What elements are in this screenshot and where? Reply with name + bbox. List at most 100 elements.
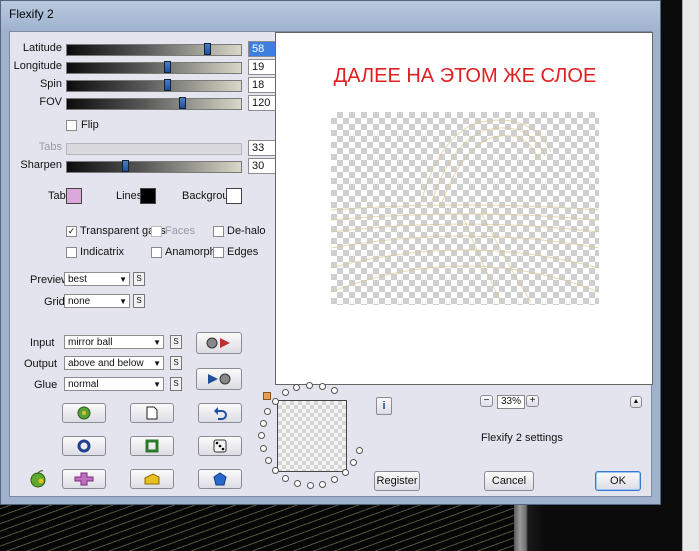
cheese-button[interactable]: [130, 469, 174, 489]
background-color-swatch[interactable]: [226, 188, 242, 204]
input-select-value: mirror ball: [68, 337, 113, 348]
plus-icon: +: [529, 395, 536, 406]
glue-select[interactable]: normal ▼: [64, 377, 164, 391]
navigator-anchor[interactable]: [263, 392, 271, 400]
longitude-slider[interactable]: [66, 61, 242, 74]
transparent-gaps-checkbox[interactable]: ✓: [66, 226, 77, 237]
lines-color-swatch[interactable]: [140, 188, 156, 204]
tabs-value[interactable]: 33: [248, 140, 277, 156]
navigator-dot[interactable]: [293, 384, 300, 391]
fov-thumb[interactable]: [179, 97, 186, 109]
cancel-button[interactable]: Cancel: [484, 471, 534, 491]
anamorph-checkbox[interactable]: [151, 247, 162, 258]
play-forward-button[interactable]: [196, 332, 242, 354]
navigator-dot[interactable]: [264, 408, 271, 415]
new-document-button[interactable]: [130, 403, 174, 423]
navigator-dot[interactable]: [265, 457, 272, 464]
navigator-dot[interactable]: [272, 398, 279, 405]
navigator-dot[interactable]: [307, 482, 314, 489]
anamorph-label: Anamorph: [165, 246, 216, 258]
play-back-button[interactable]: [196, 368, 242, 390]
tab-color-swatch[interactable]: [66, 188, 82, 204]
square-button[interactable]: [130, 436, 174, 456]
undo-button[interactable]: [198, 403, 242, 423]
preview-select[interactable]: best ▼: [64, 272, 130, 286]
latitude-thumb[interactable]: [204, 43, 211, 55]
fov-slider[interactable]: [66, 97, 242, 110]
zoom-out-button[interactable]: −: [480, 395, 493, 407]
input-select[interactable]: mirror ball ▼: [64, 335, 164, 349]
navigator-dot[interactable]: [319, 383, 326, 390]
output-select-value: above and below: [68, 358, 144, 369]
sharpen-value[interactable]: 30: [248, 158, 277, 174]
indicatrix-checkbox[interactable]: [66, 247, 77, 258]
new-document-icon: [146, 406, 158, 420]
longitude-thumb[interactable]: [164, 61, 171, 73]
navigator-thumbnail[interactable]: [277, 400, 347, 472]
indicatrix-label: Indicatrix: [80, 246, 125, 258]
navigator-dot[interactable]: [282, 475, 289, 482]
navigator-dot[interactable]: [331, 476, 338, 483]
ok-button[interactable]: OK: [595, 471, 641, 491]
navigator-dot[interactable]: [306, 382, 313, 389]
navigator-dot[interactable]: [342, 469, 349, 476]
spin-label: Spin: [39, 78, 62, 90]
grid-label: Grid: [44, 296, 65, 308]
random-button[interactable]: [62, 403, 106, 423]
longitude-label: Longitude: [13, 60, 62, 72]
navigator-dot[interactable]: [350, 459, 357, 466]
minus-icon: −: [483, 395, 490, 406]
input-s-button[interactable]: S: [170, 335, 182, 349]
spin-thumb[interactable]: [164, 79, 171, 91]
navigator-dot[interactable]: [258, 432, 265, 439]
register-button[interactable]: Register: [374, 471, 420, 491]
apple-icon[interactable]: [28, 469, 48, 489]
ring-button[interactable]: [62, 436, 106, 456]
navigator-dot[interactable]: [282, 389, 289, 396]
ring-icon: [77, 439, 91, 453]
chevron-down-icon: ▼: [153, 380, 161, 389]
info-button[interactable]: i: [376, 397, 392, 415]
de-halo-label: De-halo: [227, 225, 266, 237]
pentagon-icon: [213, 472, 227, 486]
preview-s-button[interactable]: S: [133, 272, 145, 286]
background-scrollbar[interactable]: [682, 0, 699, 551]
latitude-slider[interactable]: [66, 43, 242, 56]
square-icon: [145, 439, 159, 453]
collapse-button[interactable]: ▲: [630, 396, 642, 408]
latitude-value[interactable]: 58: [248, 41, 277, 57]
longitude-value[interactable]: 19: [248, 59, 277, 75]
de-halo-checkbox[interactable]: [213, 226, 224, 237]
preview-canvas[interactable]: ДАЛЕЕ НА ЭТОМ ЖЕ СЛОЕ: [275, 32, 653, 385]
preview-headline: ДАЛЕЕ НА ЭТОМ ЖЕ СЛОЕ: [333, 65, 597, 87]
zoom-level[interactable]: 33%: [497, 395, 525, 409]
flip-checkbox[interactable]: [66, 120, 77, 131]
navigator-dot[interactable]: [331, 387, 338, 394]
pentagon-button[interactable]: [198, 469, 242, 489]
navigator-dot[interactable]: [260, 445, 267, 452]
output-s-button[interactable]: S: [170, 356, 182, 370]
spin-slider[interactable]: [66, 79, 242, 92]
navigator-dot[interactable]: [356, 447, 363, 454]
dice-button[interactable]: [198, 436, 242, 456]
settings-caption: Flexify 2 settings: [481, 432, 563, 444]
grid-select[interactable]: none ▼: [64, 294, 130, 308]
sharpen-slider[interactable]: [66, 160, 242, 173]
sharpen-thumb[interactable]: [122, 160, 129, 172]
undo-icon: [214, 407, 227, 420]
navigator-dot[interactable]: [319, 481, 326, 488]
spin-value[interactable]: 18: [248, 77, 277, 93]
navigator-dot[interactable]: [272, 467, 279, 474]
navigator-dot[interactable]: [260, 420, 267, 427]
fov-value[interactable]: 120: [248, 95, 277, 111]
glue-s-button[interactable]: S: [170, 377, 182, 391]
edges-checkbox[interactable]: [213, 247, 224, 258]
grid-s-button[interactable]: S: [133, 294, 145, 308]
output-label: Output: [24, 358, 58, 370]
output-select[interactable]: above and below ▼: [64, 356, 164, 370]
zoom-in-button[interactable]: +: [526, 395, 539, 407]
puzzle-button[interactable]: [62, 469, 106, 489]
lines-color-label: Lines: [116, 190, 143, 202]
glue-select-value: normal: [68, 379, 99, 390]
navigator-dot[interactable]: [294, 480, 301, 487]
